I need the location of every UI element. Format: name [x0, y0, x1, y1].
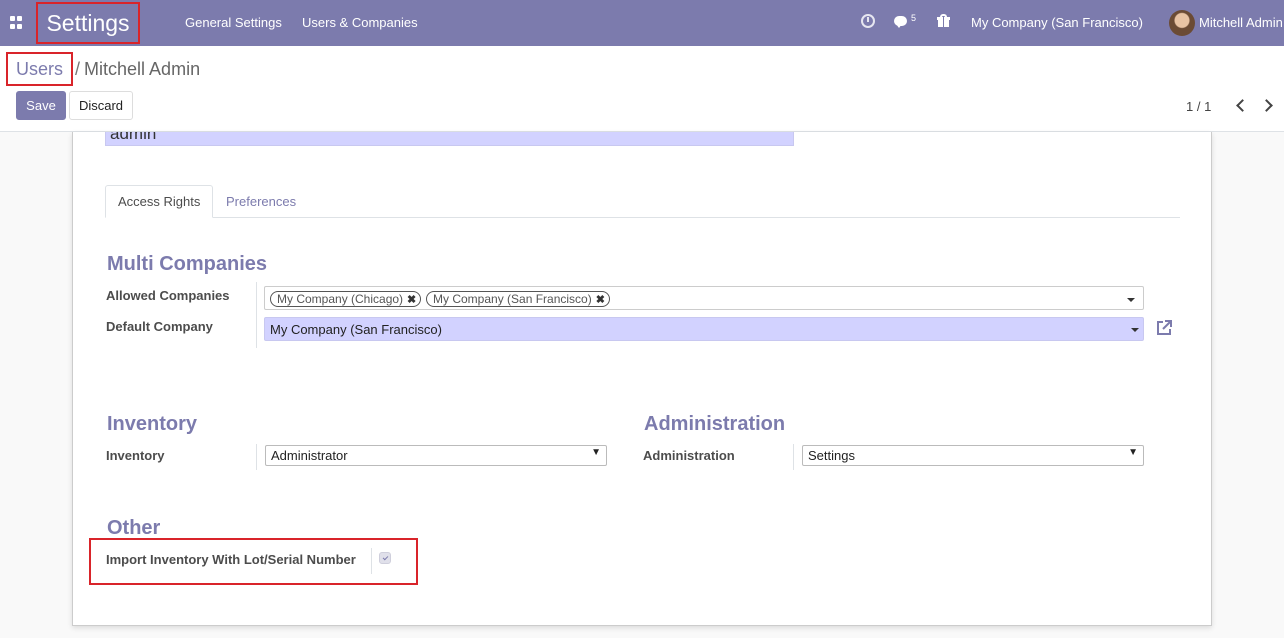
inventory-label: Inventory	[106, 448, 165, 463]
section-other: Other	[107, 517, 161, 539]
pager-value[interactable]: 1 / 1	[1186, 99, 1211, 114]
company-tag: My Company (Chicago) ✖	[270, 291, 422, 307]
company-tag-label: My Company (San Francisco)	[433, 292, 592, 306]
administration-label: Administration	[643, 448, 735, 463]
section-multi-companies: Multi Companies	[107, 253, 268, 275]
default-company-value: My Company (San Francisco)	[270, 322, 442, 337]
company-switcher[interactable]: My Company (San Francisco)	[971, 15, 1143, 30]
top-navbar: Settings General Settings Users & Compan…	[0, 0, 1284, 46]
chat-icon[interactable]	[894, 16, 907, 28]
label-divider	[371, 548, 372, 574]
activity-clock-icon[interactable]	[861, 14, 875, 28]
select-arrow-icon: ▼	[1128, 447, 1138, 458]
inventory-select[interactable]: Administrator ▼	[265, 445, 607, 466]
caret-down-icon[interactable]	[1131, 328, 1139, 332]
notebook-tabs: Access Rights Preferences	[105, 185, 1180, 218]
app-title[interactable]: Settings	[36, 2, 140, 44]
chevron-left-icon[interactable]	[1236, 99, 1249, 112]
company-tag-label: My Company (Chicago)	[277, 292, 404, 306]
select-arrow-icon: ▼	[591, 447, 601, 458]
tab-access-rights[interactable]: Access Rights	[105, 185, 214, 218]
administration-value: Settings	[808, 448, 855, 463]
breadcrumb-users-link[interactable]: Users	[6, 52, 74, 86]
breadcrumb-separator: /	[75, 58, 81, 79]
external-link-icon[interactable]	[1155, 319, 1173, 337]
tab-preferences[interactable]: Preferences	[214, 185, 308, 218]
section-inventory: Inventory	[107, 413, 198, 435]
default-company-label: Default Company	[106, 319, 213, 334]
menu-users-companies[interactable]: Users & Companies	[302, 15, 418, 30]
label-divider	[256, 444, 257, 470]
apps-menu-icon[interactable]	[10, 16, 23, 29]
discard-button[interactable]: Discard	[69, 91, 133, 120]
remove-tag-icon[interactable]: ✖	[407, 293, 416, 306]
remove-tag-icon[interactable]: ✖	[596, 293, 605, 306]
label-divider	[793, 444, 794, 470]
administration-select[interactable]: Settings ▼	[802, 445, 1144, 466]
gift-icon[interactable]	[937, 14, 950, 27]
login-input[interactable]: admin	[105, 132, 794, 146]
login-input-value: admin	[110, 132, 157, 143]
breadcrumb-current: Mitchell Admin	[84, 58, 201, 79]
control-panel: Users / Mitchell Admin Save Discard 1 / …	[0, 46, 1284, 132]
caret-down-icon[interactable]	[1127, 298, 1135, 302]
chevron-right-icon[interactable]	[1260, 99, 1273, 112]
import-lot-serial-label: Import Inventory With Lot/Serial Number	[106, 552, 356, 567]
allowed-companies-input[interactable]: My Company (Chicago) ✖ My Company (San F…	[264, 286, 1144, 310]
import-lot-serial-checkbox[interactable]	[379, 552, 391, 564]
menu-general-settings[interactable]: General Settings	[185, 15, 282, 30]
chat-counter-badge: 5	[911, 13, 917, 23]
section-administration: Administration	[644, 413, 786, 435]
breadcrumb: Users / Mitchell Admin	[6, 52, 200, 86]
user-avatar[interactable]	[1169, 10, 1195, 36]
label-divider	[256, 282, 257, 348]
form-sheet: admin Access Rights Preferences Multi Co…	[72, 132, 1212, 626]
default-company-select[interactable]: My Company (San Francisco)	[264, 317, 1144, 341]
save-button[interactable]: Save	[16, 91, 66, 120]
allowed-companies-label: Allowed Companies	[106, 288, 230, 303]
company-tag: My Company (San Francisco) ✖	[426, 291, 610, 307]
inventory-value: Administrator	[271, 448, 348, 463]
user-menu[interactable]: Mitchell Admin	[1199, 15, 1283, 30]
